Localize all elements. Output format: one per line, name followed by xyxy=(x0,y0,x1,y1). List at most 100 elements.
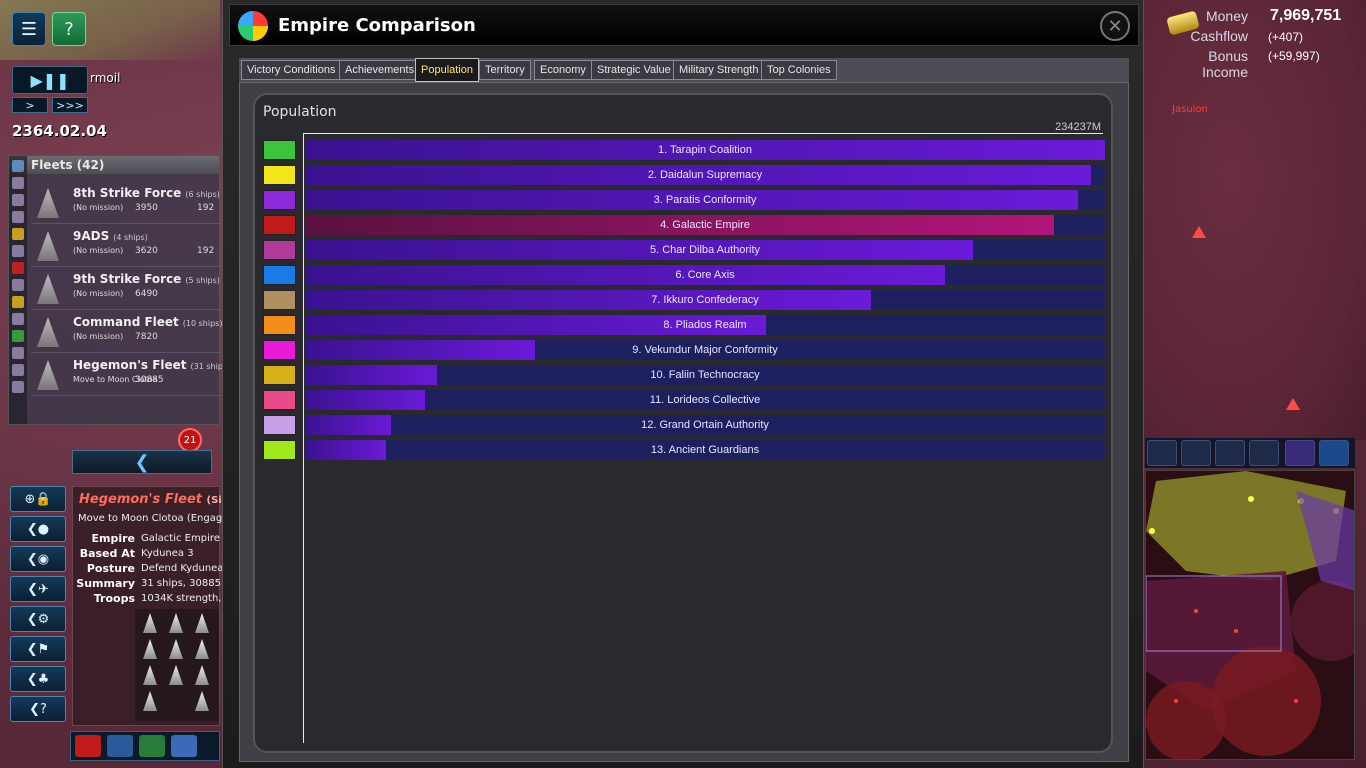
speed-fast-button[interactable]: >>> xyxy=(52,97,88,113)
tab-population[interactable]: Population xyxy=(415,58,479,82)
ship-icon[interactable] xyxy=(195,691,209,711)
fleet-strength: 6490 xyxy=(135,289,158,299)
filter-icon[interactable] xyxy=(12,330,24,342)
ringed-planet-icon[interactable] xyxy=(1215,440,1245,466)
fleet-filter-icons[interactable] xyxy=(9,156,27,424)
tab-bar: Victory Conditions Achievements Populati… xyxy=(239,58,1129,82)
population-bar-row[interactable]: 6. Core Axis xyxy=(263,265,1105,285)
flag-button[interactable]: ❮⚑ xyxy=(10,636,66,662)
menu-list-icon[interactable]: ☰ xyxy=(12,12,46,46)
fleet-ship-icon xyxy=(37,231,59,261)
fuel-icon[interactable] xyxy=(107,735,133,757)
population-bar-row[interactable]: 2. Daidalun Supremacy xyxy=(263,165,1105,185)
ship-icon[interactable] xyxy=(143,639,157,659)
fleets-header[interactable]: Fleets (42) xyxy=(9,156,219,174)
ship-build-icon[interactable] xyxy=(139,735,165,757)
galaxy-minimap[interactable] xyxy=(1145,470,1355,760)
speed-slow-button[interactable]: > xyxy=(12,97,48,113)
population-bar-row[interactable]: 1. Tarapin Coalition xyxy=(263,140,1105,160)
minimap-toolbar xyxy=(1145,438,1355,468)
filter-icon[interactable] xyxy=(12,160,24,172)
nebula-icon[interactable] xyxy=(1285,440,1315,466)
filter-icon[interactable] xyxy=(12,262,24,274)
ship-icon[interactable] xyxy=(143,665,157,685)
ship-icon[interactable] xyxy=(143,613,157,633)
help-hex-icon[interactable]: ? xyxy=(52,12,86,46)
population-bar-label: 2. Daidalun Supremacy xyxy=(647,169,763,181)
star-icon[interactable] xyxy=(1249,440,1279,466)
close-button[interactable]: ✕ xyxy=(1100,11,1130,41)
filter-icon[interactable] xyxy=(12,347,24,359)
fleet-size: (5 ships) xyxy=(185,276,220,285)
fleet-strength: 30885 xyxy=(135,375,164,385)
settings-button[interactable]: ❮⚙ xyxy=(10,606,66,632)
fleet-mission: (No mission) xyxy=(73,203,124,212)
filter-icon[interactable] xyxy=(12,279,24,291)
planet-filter-icon[interactable] xyxy=(1181,440,1211,466)
fleet-row[interactable]: 8th Strike Force (6 ships) (No mission) 3… xyxy=(31,182,221,224)
population-bar-row[interactable]: 5. Char Dilba Authority xyxy=(263,240,1105,260)
population-bar-row[interactable]: 3. Paratis Conformity xyxy=(263,190,1105,210)
help-button[interactable]: ❮? xyxy=(10,696,66,722)
eye-view-button[interactable]: ❮◉ xyxy=(10,546,66,572)
filter-icon[interactable] xyxy=(12,245,24,257)
filter-icon[interactable] xyxy=(12,211,24,223)
filter-icon[interactable] xyxy=(12,194,24,206)
tab-economy[interactable]: Economy xyxy=(534,60,592,80)
empire-comparison-dialog: Empire Comparison ✕ Victory Conditions A… xyxy=(222,0,1144,768)
population-bar-row[interactable]: 12. Grand Ortain Authority xyxy=(263,415,1105,435)
fleet-row[interactable]: Command Fleet (10 ships) (No mission) 782… xyxy=(31,311,222,353)
tab-achievements[interactable]: Achievements xyxy=(339,60,421,80)
enemy-marker-icon[interactable] xyxy=(1286,398,1300,410)
fleet-row[interactable]: Hegemon's Fleet (31 ship Move to Moon Clo… xyxy=(31,354,223,396)
filter-icon[interactable] xyxy=(12,296,24,308)
money-label: Money xyxy=(1205,8,1248,24)
detail-label: Empire xyxy=(91,532,135,545)
filter-icon[interactable] xyxy=(12,177,24,189)
empire-flag-icon xyxy=(263,365,296,385)
collapse-panel-button[interactable]: ❮ xyxy=(72,450,212,474)
filter-icon[interactable] xyxy=(12,381,24,393)
population-bar-row[interactable]: 4. Galactic Empire xyxy=(263,215,1105,235)
target-lock-button[interactable]: ⊕🔒 xyxy=(10,486,66,512)
population-bar-row[interactable]: 9. Vekundur Major Conformity xyxy=(263,340,1105,360)
tab-territory[interactable]: Territory xyxy=(479,60,531,80)
filter-icon[interactable] xyxy=(12,313,24,325)
ship-icon[interactable] xyxy=(195,665,209,685)
play-pause-button[interactable]: ▶❚❚ xyxy=(12,66,88,94)
repair-icon[interactable] xyxy=(171,735,197,757)
population-bar-row[interactable]: 11. Lorideos Collective xyxy=(263,390,1105,410)
fleet-strength: 7820 xyxy=(135,332,158,342)
ship-icon[interactable] xyxy=(169,665,183,685)
alert-badge[interactable]: 21 xyxy=(178,428,202,452)
empire-flag-icon xyxy=(263,290,296,310)
ship-icon[interactable] xyxy=(195,639,209,659)
planet-view-button[interactable]: ❮● xyxy=(10,516,66,542)
tab-top-colonies[interactable]: Top Colonies xyxy=(761,60,837,80)
filter-icon[interactable] xyxy=(12,228,24,240)
tab-military-strength[interactable]: Military Strength xyxy=(673,60,765,80)
tab-strategic-value[interactable]: Strategic Value xyxy=(591,60,677,80)
population-bar-row[interactable]: 8. Pliados Realm xyxy=(263,315,1105,335)
population-bar-row[interactable]: 10. Faliin Technocracy xyxy=(263,365,1105,385)
filter-icon[interactable] xyxy=(12,364,24,376)
population-bar-row[interactable]: 7. Ikkuro Confederacy xyxy=(263,290,1105,310)
fleet-ship-grid[interactable] xyxy=(135,609,219,721)
ship-icon[interactable] xyxy=(195,613,209,633)
ship-icon[interactable] xyxy=(169,639,183,659)
enemy-marker-icon[interactable] xyxy=(1192,226,1206,238)
population-bar-label: 11. Lorideos Collective xyxy=(649,394,761,406)
tab-victory-conditions[interactable]: Victory Conditions xyxy=(241,60,342,80)
fleet-row[interactable]: 9th Strike Force (5 ships) (No mission) 6… xyxy=(31,268,221,310)
ship-icon[interactable] xyxy=(143,691,157,711)
ship-icon[interactable] xyxy=(169,613,183,633)
ship-view-button[interactable]: ❮✈ xyxy=(10,576,66,602)
satellite-icon[interactable] xyxy=(1147,440,1177,466)
planet-label[interactable]: Jasulon xyxy=(1172,104,1208,115)
population-bar-row[interactable]: 13. Ancient Guardians xyxy=(263,440,1105,460)
disband-icon[interactable] xyxy=(75,735,101,757)
minimap-star xyxy=(1149,528,1155,534)
trees-button[interactable]: ❮♣ xyxy=(10,666,66,692)
fleet-row[interactable]: 9ADS (4 ships) (No mission) 3620 192 xyxy=(31,225,221,267)
galaxy-icon[interactable] xyxy=(1319,440,1349,466)
